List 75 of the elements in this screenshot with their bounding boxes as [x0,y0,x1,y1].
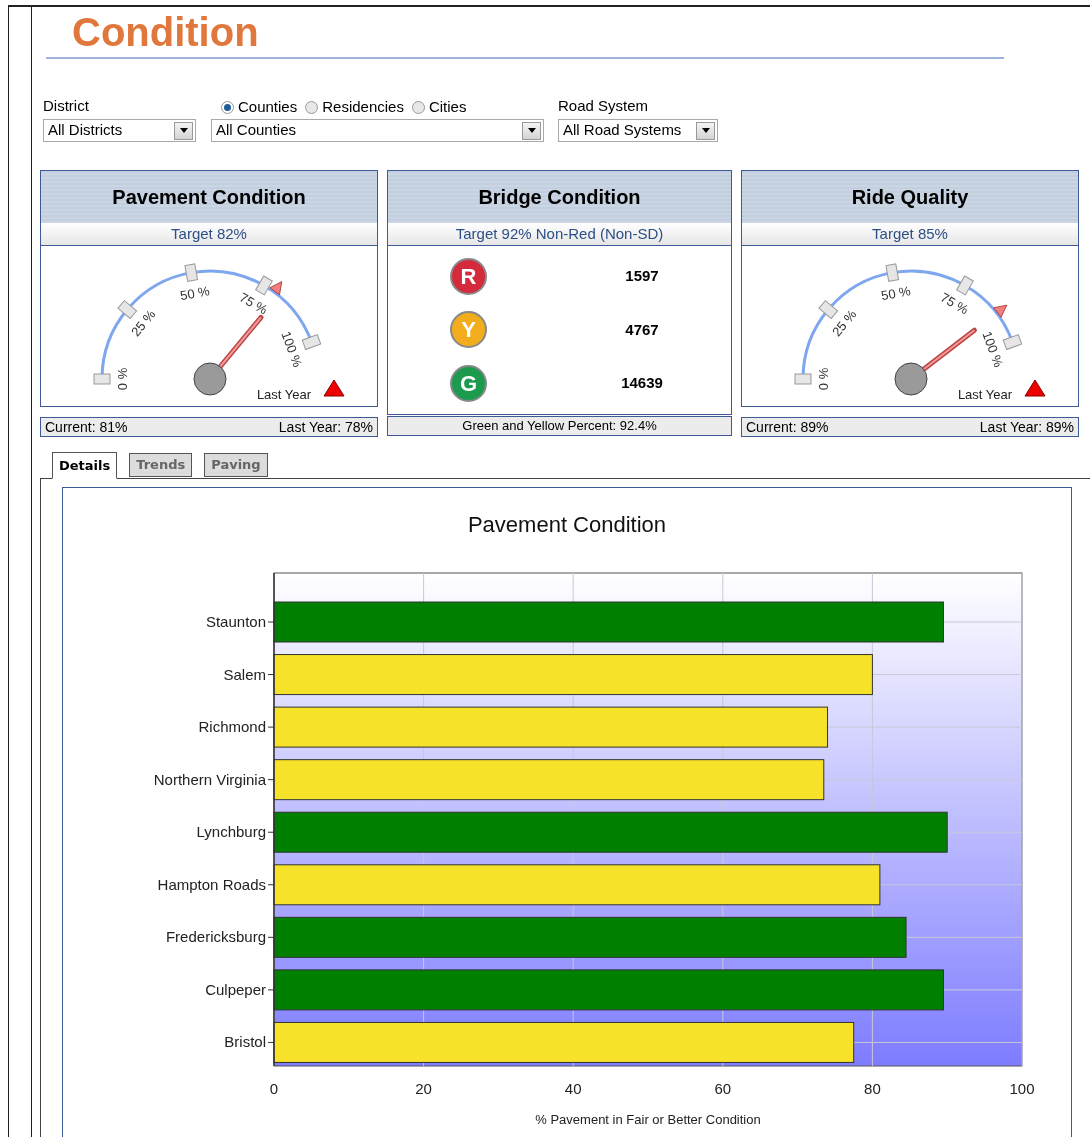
area-dropdown[interactable]: All Counties [211,119,544,142]
tick-marker [956,275,974,296]
chart-title: Pavement Condition [467,512,667,537]
last-year-value: Last Year: 89% [979,417,1074,437]
district-dropdown[interactable]: All Districts [43,119,196,142]
tick-marker [93,373,111,385]
tick-label: 100 % [278,329,306,370]
panel-title: Ride Quality [742,171,1078,223]
tick-marker [818,300,839,320]
category-label: Fredericksburg [165,928,266,946]
tick-marker [117,300,138,320]
tick-marker [885,263,900,282]
category-label: Bristol [224,1033,266,1051]
x-tick-label: 60 [714,1080,732,1097]
target-label: Target 85% [742,223,1078,246]
category-label: Richmond [198,718,266,736]
tick-marker [1002,334,1023,350]
tick-label: 50 % [179,283,211,304]
tab[interactable]: Details [52,452,118,479]
radio-option[interactable]: Residencies [305,95,404,119]
tick-label: 25 % [128,306,159,340]
tick-label: 0 % [115,367,131,391]
radio-icon[interactable] [305,100,319,114]
current-value: Current: 81% [45,417,128,437]
tick-label: 0 % [816,367,832,391]
x-tick-label: 40 [564,1080,582,1097]
x-tick-label: 80 [864,1080,881,1097]
last-year-value: Last Year: 78% [278,417,373,437]
triangle-icon [1024,379,1046,397]
tick-marker [255,275,273,296]
x-tick-label: 100 [1009,1080,1035,1097]
triangle-icon [323,379,345,397]
category-label: Culpeper [205,980,266,998]
category-label: Lynchburg [196,823,266,841]
category-label: Staunton [205,613,266,630]
radio-icon[interactable] [411,100,425,114]
current-value: Current: 89% [746,417,829,437]
radio-option[interactable]: Counties [221,95,298,119]
rating-badge: G [450,364,487,402]
tick-marker [794,373,812,385]
rating-count: 14639 [620,373,664,394]
road-system-dropdown[interactable]: All Road Systems [558,119,718,142]
rating-badge: Y [450,311,487,349]
panel-footer: Green and Yellow Percent: 92.4% [387,416,732,436]
legend-label: Last Year [256,387,312,402]
tick-label: 25 % [829,306,860,340]
page-title: Condition [72,9,260,56]
tick-marker [184,263,199,282]
panel-title: Bridge Condition [388,171,731,223]
radio-icon[interactable] [221,100,234,114]
category-label: Northern Virginia [153,770,266,788]
target-label: Target 82% [41,223,377,246]
tick-label: 75 % [236,289,271,318]
x-tick-label: 0 [269,1080,279,1097]
last-year-marker [993,304,1008,318]
tick-label: 75 % [937,289,972,318]
district-label: District [43,96,90,116]
road-system-label: Road System [558,96,650,116]
tab[interactable]: Trends [129,453,193,477]
tick-marker [301,334,322,350]
tab[interactable]: Paving [204,453,268,477]
rating-badge: R [450,258,487,296]
target-label: Target 92% Non-Red (Non-SD) [388,223,731,246]
radio-option[interactable]: Cities [411,95,467,119]
rating-count: 1597 [624,266,660,287]
panel-title: Pavement Condition [41,171,377,223]
last-year-marker [269,281,283,296]
rating-count: 4767 [624,319,660,340]
tick-label: 50 % [880,283,912,304]
category-label: Hampton Roads [157,875,266,893]
tick-label: 100 % [979,329,1007,370]
category-label: Salem [223,665,266,683]
x-axis-title: % Pavement in Fair or Better Condition [535,1112,761,1127]
x-tick-label: 20 [415,1080,432,1097]
legend-label: Last Year [957,387,1013,402]
